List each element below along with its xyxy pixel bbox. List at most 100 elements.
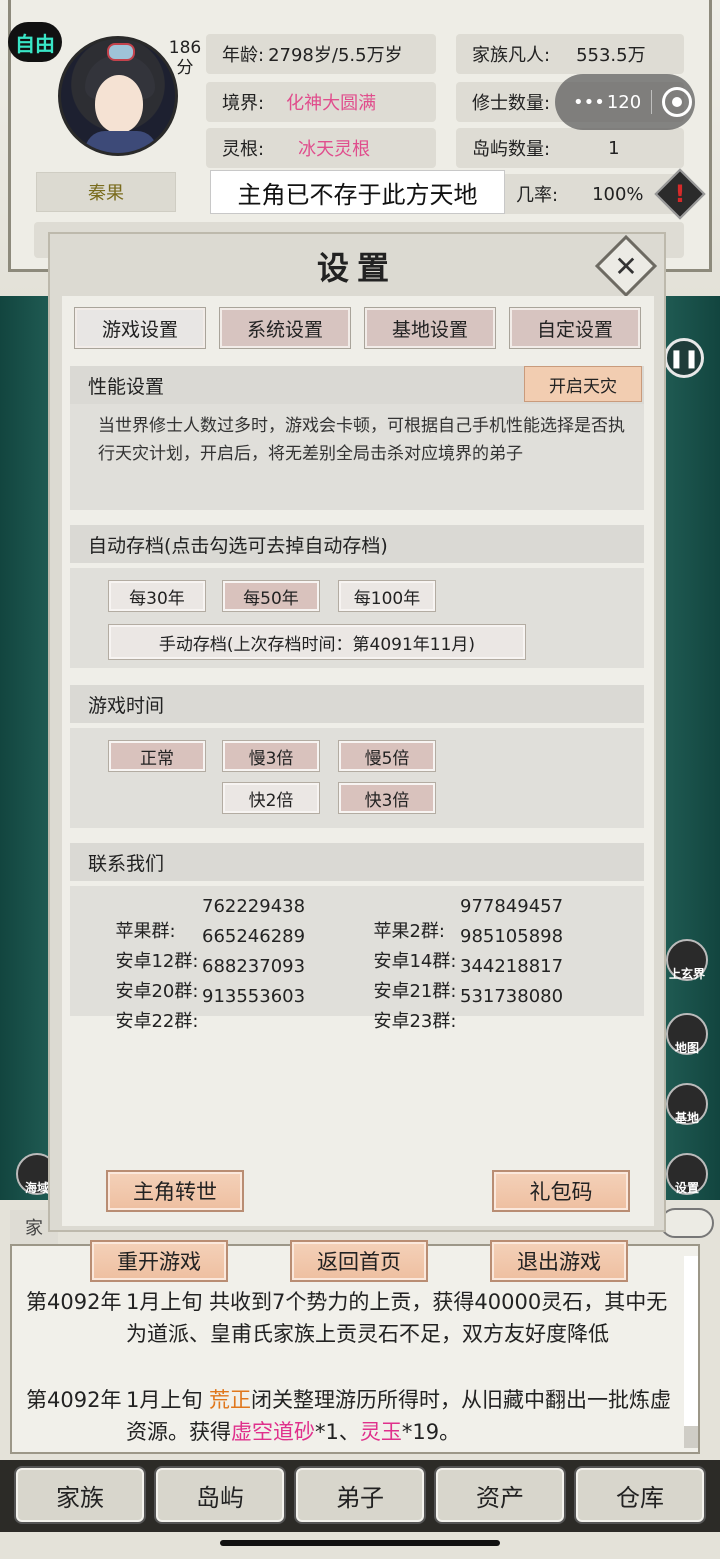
miniprogram-capsule[interactable]: ••• 120 <box>555 74 695 130</box>
contact-group-number: 985105898 <box>460 926 564 947</box>
character-name[interactable]: 秦果 <box>36 172 176 212</box>
nav-assets[interactable]: 资产 <box>436 1468 564 1522</box>
nav-disciple[interactable]: 弟子 <box>296 1468 424 1522</box>
stat-realm-label: 境界: <box>222 93 265 114</box>
score-display: 186 分 <box>165 38 205 78</box>
stat-realm-value: 化神大圆满 <box>286 93 377 114</box>
manual-save-button[interactable]: 手动存档(上次存档时间：第4091年11月) <box>108 624 526 660</box>
stat-rate-value: 100% <box>592 183 644 205</box>
autosave-header[interactable]: 自动存档(点击勾选可去掉自动存档) <box>70 525 644 563</box>
stat-mortals-label: 家族凡人: <box>472 45 551 66</box>
nav-clan[interactable]: 家族 <box>16 1468 144 1522</box>
settings-label: 设置 <box>674 1181 699 1195</box>
contact-group: 安卓23群: 531738080 <box>362 986 563 1054</box>
tab-custom-settings[interactable]: 自定设置 <box>509 307 641 349</box>
speed-slow3-button[interactable]: 慢3倍 <box>222 740 320 772</box>
autosave-50-button[interactable]: 每50年 <box>222 580 320 612</box>
gift-code-button[interactable]: 礼包码 <box>492 1170 630 1212</box>
score-unit: 分 <box>176 58 194 78</box>
avatar-hair-ornament <box>107 43 135 61</box>
stat-realm: 境界: 化神大圆满 <box>206 82 436 122</box>
log-text: 1月上旬 荒正闭关整理游历所得时，从旧藏中翻出一批炼虚资源。获得虚空道砂*1、灵… <box>126 1384 681 1448</box>
log-entry: 第4092年 1月上旬 共收到7个势力的上贡，获得40000灵石，其中无为道派、… <box>26 1286 686 1386</box>
base-label: 基地 <box>674 1111 699 1125</box>
toast-message: 主角已不存于此方天地 <box>210 170 505 214</box>
contact-group-number: 531738080 <box>460 986 564 1007</box>
log-item-count: *19。 <box>401 1420 461 1444</box>
tab-base-settings[interactable]: 基地设置 <box>364 307 496 349</box>
settings-button[interactable]: 设置 <box>662 1140 712 1196</box>
sea-label: 海域 <box>24 1181 49 1195</box>
nav-island[interactable]: 岛屿 <box>156 1468 284 1522</box>
log-year: 第4092年 <box>26 1290 122 1314</box>
stat-age: 年龄: 2798岁/5.5万岁 <box>206 34 436 74</box>
close-target-icon[interactable] <box>662 87 693 117</box>
tab-game-settings[interactable]: 游戏设置 <box>74 307 206 349</box>
warning-mark: ! <box>674 180 686 208</box>
performance-description: 当世界修士人数过多时，游戏会卡顿，可根据自己手机性能选择是否执行天灾计划，开启后… <box>98 416 625 464</box>
contact-group-number: 344218817 <box>460 956 564 977</box>
reincarnate-button[interactable]: 主角转世 <box>106 1170 244 1212</box>
base-button[interactable]: 基地 <box>662 1070 712 1126</box>
log-item-name[interactable]: 灵玉 <box>360 1420 402 1444</box>
nav-storage[interactable]: 仓库 <box>576 1468 704 1522</box>
tab-system-settings[interactable]: 系统设置 <box>219 307 351 349</box>
log-year: 第4092年 <box>26 1388 122 1412</box>
stat-islands: 岛屿数量: 1 <box>456 128 684 168</box>
close-icon[interactable]: ✕ <box>604 244 648 288</box>
dialog-title: 设置 <box>316 249 397 287</box>
exit-game-button[interactable]: 退出游戏 <box>490 1240 628 1282</box>
contact-group-number: 665246289 <box>202 926 306 947</box>
map-button[interactable]: 地图 <box>662 1000 712 1056</box>
log-character-name[interactable]: 荒正 <box>209 1388 251 1412</box>
stat-mortals: 家族凡人: 553.5万 <box>456 34 684 74</box>
stat-islands-value: 1 <box>608 137 620 159</box>
stat-root-value: 冰天灵根 <box>298 139 371 160</box>
home-indicator[interactable] <box>220 1540 500 1546</box>
cloud-ornament-icon <box>660 1208 714 1238</box>
contact-group-label: 安卓23群: <box>373 1011 457 1032</box>
restart-game-button[interactable]: 重开游戏 <box>90 1240 228 1282</box>
return-home-button[interactable]: 返回首页 <box>290 1240 428 1282</box>
game-time-header: 游戏时间 <box>70 685 644 723</box>
speed-normal-button[interactable]: 正常 <box>108 740 206 772</box>
stat-root-label: 灵根: <box>222 139 265 160</box>
stat-root: 灵根: 冰天灵根 <box>206 128 436 168</box>
character-avatar[interactable] <box>58 36 178 156</box>
autosave-30-button[interactable]: 每30年 <box>108 580 206 612</box>
contact-group-number: 977849457 <box>460 896 564 917</box>
stat-age-value: 2798岁/5.5万岁 <box>268 45 403 66</box>
contact-group-number: 913553603 <box>202 986 306 1007</box>
mode-badge: 自由 <box>8 22 62 62</box>
cultivators-count-overlay: 120 <box>606 91 642 113</box>
log-item-count: *1、 <box>315 1420 360 1444</box>
map-label: 地图 <box>674 1041 699 1055</box>
capsule-divider <box>651 90 653 114</box>
contact-group: 安卓22群: 913553603 <box>104 986 305 1054</box>
avatar-face <box>95 75 143 133</box>
log-scrollbar-thumb[interactable] <box>684 1256 698 1426</box>
stat-cultivators-label: 修士数量: <box>472 93 551 114</box>
enable-disaster-button[interactable]: 开启天灾 <box>524 366 642 402</box>
log-item-name[interactable]: 虚空道砂 <box>231 1420 315 1444</box>
log-prefix: 1月上旬 <box>126 1388 210 1412</box>
autosave-100-button[interactable]: 每100年 <box>338 580 436 612</box>
contact-header: 联系我们 <box>70 843 644 881</box>
avatar-robe <box>85 131 157 153</box>
stat-rate-label: 几率: <box>516 185 559 206</box>
contact-group-label: 安卓22群: <box>115 1011 199 1032</box>
score-value: 186 <box>168 38 202 58</box>
contact-group-number: 762229438 <box>202 896 306 917</box>
contact-group-number: 688237093 <box>202 956 306 977</box>
pause-icon[interactable]: ❚❚ <box>664 338 704 378</box>
speed-slow5-button[interactable]: 慢5倍 <box>338 740 436 772</box>
speed-fast2-button[interactable]: 快2倍 <box>222 782 320 814</box>
speed-fast3-button[interactable]: 快3倍 <box>338 782 436 814</box>
stat-mortals-value: 553.5万 <box>576 45 646 66</box>
left-scene-edge <box>0 296 48 1206</box>
upper-realm-label: 上玄界 <box>668 967 705 981</box>
upper-realm-button[interactable]: 上玄界 <box>662 926 712 982</box>
stat-age-label: 年龄: <box>222 45 265 66</box>
stat-islands-label: 岛屿数量: <box>472 139 551 160</box>
more-icon[interactable]: ••• <box>573 92 605 113</box>
